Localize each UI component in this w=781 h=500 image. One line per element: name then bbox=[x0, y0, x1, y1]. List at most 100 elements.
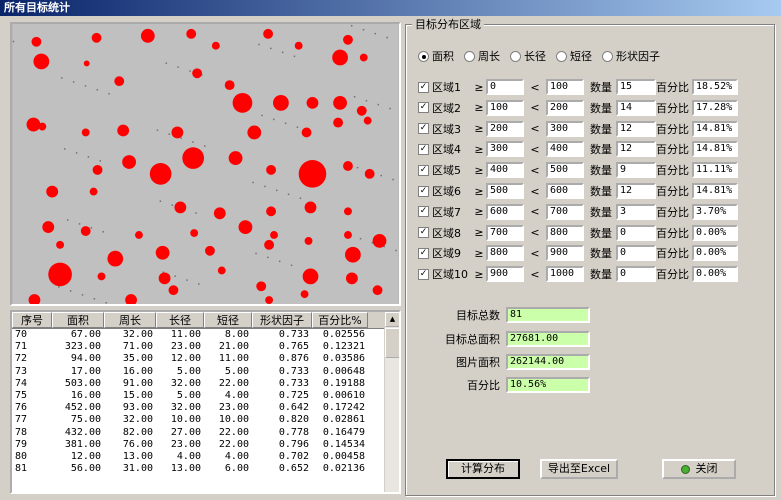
stat-percent-value[interactable]: 10.56% bbox=[506, 377, 590, 393]
region-percent-field[interactable]: 14.81% bbox=[692, 183, 738, 199]
region-count-field[interactable]: 12 bbox=[616, 120, 656, 137]
region-min-input[interactable]: 800 bbox=[486, 245, 524, 262]
region-checkbox[interactable]: ✓ bbox=[418, 102, 429, 114]
export-excel-button[interactable]: 导出至Excel bbox=[540, 459, 618, 479]
scroll-up-icon[interactable]: ▲ bbox=[385, 312, 399, 327]
region-max-input[interactable]: 300 bbox=[546, 120, 584, 137]
region-min-input[interactable]: 700 bbox=[486, 224, 524, 241]
region-min-input[interactable]: 0 bbox=[486, 79, 524, 95]
table-row[interactable]: 77 75.00 32.00 10.00 10.00 0.820 0.02861 bbox=[12, 414, 399, 426]
region-percent-field[interactable]: 11.11% bbox=[692, 162, 738, 179]
region-min-input[interactable]: 600 bbox=[486, 203, 524, 220]
radio-perimeter[interactable]: 周长 bbox=[464, 48, 500, 64]
stat-total-area-value[interactable]: 27681.00 bbox=[506, 331, 590, 347]
stat-image-area-value[interactable]: 262144.00 bbox=[506, 354, 590, 370]
region-percent-field[interactable]: 3.70% bbox=[692, 203, 738, 220]
table-row[interactable]: 74 503.00 91.00 32.00 22.00 0.733 0.19188 bbox=[12, 378, 399, 390]
region-checkbox[interactable]: ✓ bbox=[418, 185, 429, 197]
radio-shape-factor-icon[interactable] bbox=[602, 50, 613, 62]
header-perimeter[interactable]: 周长 bbox=[104, 312, 156, 328]
radio-area-icon[interactable] bbox=[418, 50, 429, 62]
region-checkbox[interactable]: ✓ bbox=[418, 143, 429, 155]
table-row[interactable]: 76 452.00 93.00 32.00 23.00 0.642 0.17242 bbox=[12, 402, 399, 414]
region-count-field[interactable]: 0 bbox=[616, 245, 656, 262]
region-count-field[interactable]: 0 bbox=[616, 266, 656, 283]
region-percent-field[interactable]: 17.28% bbox=[692, 99, 738, 116]
table-cell: 5.00 bbox=[224, 365, 249, 377]
stat-total-targets-value[interactable]: 81 bbox=[506, 307, 590, 323]
radio-long-diameter[interactable]: 长径 bbox=[510, 48, 546, 64]
region-checkbox[interactable]: ✓ bbox=[418, 247, 429, 259]
region-count-field[interactable]: 12 bbox=[616, 183, 656, 199]
region-percent-field[interactable]: 14.81% bbox=[692, 141, 738, 158]
table-cell: 13.00 bbox=[170, 463, 201, 475]
region-percent-field[interactable]: 0.00% bbox=[692, 224, 738, 241]
image-speck bbox=[66, 219, 69, 221]
region-checkbox[interactable]: ✓ bbox=[418, 164, 429, 176]
region-max-input[interactable]: 700 bbox=[546, 203, 584, 220]
radio-shape-factor[interactable]: 形状因子 bbox=[602, 48, 660, 64]
table-row[interactable]: 81 56.00 31.00 13.00 6.00 0.652 0.02136 bbox=[12, 463, 399, 475]
table-row[interactable]: 79 381.00 76.00 23.00 22.00 0.796 0.14534 bbox=[12, 439, 399, 451]
region-min-input[interactable]: 300 bbox=[486, 141, 524, 158]
region-max-input[interactable]: 400 bbox=[546, 141, 584, 158]
table-row[interactable]: 80 12.00 13.00 4.00 4.00 0.702 0.00458 bbox=[12, 451, 399, 463]
region-count-field[interactable]: 0 bbox=[616, 224, 656, 241]
header-percent[interactable]: 百分比% bbox=[312, 312, 368, 328]
region-max-input[interactable]: 900 bbox=[546, 245, 584, 262]
header-long-diameter[interactable]: 长径 bbox=[156, 312, 204, 328]
image-speck bbox=[87, 156, 90, 158]
radio-short-diameter-icon[interactable] bbox=[556, 50, 567, 62]
region-max-input[interactable]: 200 bbox=[546, 99, 584, 116]
region-min-input[interactable]: 100 bbox=[486, 99, 524, 116]
region-count-field[interactable]: 14 bbox=[616, 99, 656, 116]
table-cell: 71.00 bbox=[122, 341, 153, 353]
region-checkbox[interactable]: ✓ bbox=[418, 227, 429, 239]
header-short-diameter[interactable]: 短径 bbox=[204, 312, 252, 328]
region-count-field[interactable]: 9 bbox=[616, 162, 656, 179]
header-index[interactable]: 序号 bbox=[12, 312, 52, 328]
table-row[interactable]: 70 67.00 32.00 11.00 8.00 0.733 0.02556 bbox=[12, 329, 399, 341]
region-count-field[interactable]: 15 bbox=[616, 79, 656, 95]
region-percent-field[interactable]: 14.81% bbox=[692, 120, 738, 137]
particle-blob bbox=[270, 231, 278, 239]
region-min-input[interactable]: 200 bbox=[486, 120, 524, 137]
region-count-field[interactable]: 3 bbox=[616, 203, 656, 220]
ge-symbol: ≥ bbox=[474, 80, 484, 94]
region-percent-field[interactable]: 0.00% bbox=[692, 266, 738, 283]
radio-long-diameter-icon[interactable] bbox=[510, 50, 521, 62]
table-cell: 0.17242 bbox=[322, 402, 365, 414]
region-min-input[interactable]: 400 bbox=[486, 162, 524, 179]
region-checkbox[interactable]: ✓ bbox=[418, 206, 429, 218]
table-row[interactable]: 72 94.00 35.00 12.00 11.00 0.876 0.03586 bbox=[12, 353, 399, 365]
region-max-input[interactable]: 100 bbox=[546, 79, 584, 95]
table-scrollbar[interactable]: ▲ bbox=[384, 312, 399, 492]
table-row[interactable]: 71 323.00 71.00 23.00 21.00 0.765 0.12321 bbox=[12, 341, 399, 353]
region-max-input[interactable]: 500 bbox=[546, 162, 584, 179]
region-max-input[interactable]: 600 bbox=[546, 183, 584, 199]
close-button[interactable]: 关闭 bbox=[662, 459, 736, 479]
region-max-input[interactable]: 1000 bbox=[546, 266, 584, 283]
region-percent-field[interactable]: 0.00% bbox=[692, 245, 738, 262]
radio-short-diameter[interactable]: 短径 bbox=[556, 48, 592, 64]
region-count-field[interactable]: 12 bbox=[616, 141, 656, 158]
region-checkbox[interactable]: ✓ bbox=[418, 123, 429, 135]
region-min-input[interactable]: 900 bbox=[486, 266, 524, 283]
table-row[interactable]: 75 16.00 15.00 5.00 4.00 0.725 0.00610 bbox=[12, 390, 399, 402]
region-max-input[interactable]: 800 bbox=[546, 224, 584, 241]
table-row[interactable]: 78 432.00 82.00 27.00 22.00 0.778 0.16479 bbox=[12, 427, 399, 439]
header-area[interactable]: 面积 bbox=[52, 312, 104, 328]
particle-blob bbox=[92, 164, 103, 175]
radio-perimeter-icon[interactable] bbox=[464, 50, 475, 62]
header-shape-factor[interactable]: 形状因子 bbox=[252, 312, 312, 328]
compute-distribution-button[interactable]: 计算分布 bbox=[446, 459, 520, 479]
radio-area[interactable]: 面积 bbox=[418, 48, 454, 64]
ge-symbol: ≥ bbox=[474, 184, 484, 198]
region-min-input[interactable]: 500 bbox=[486, 183, 524, 199]
region-checkbox[interactable]: ✓ bbox=[418, 81, 429, 93]
region-checkbox[interactable]: ✓ bbox=[418, 268, 429, 280]
table-row[interactable]: 73 17.00 16.00 5.00 5.00 0.733 0.00648 bbox=[12, 366, 399, 378]
image-speck bbox=[389, 107, 391, 110]
scroll-thumb[interactable] bbox=[385, 328, 399, 358]
region-percent-field[interactable]: 18.52% bbox=[692, 79, 738, 95]
